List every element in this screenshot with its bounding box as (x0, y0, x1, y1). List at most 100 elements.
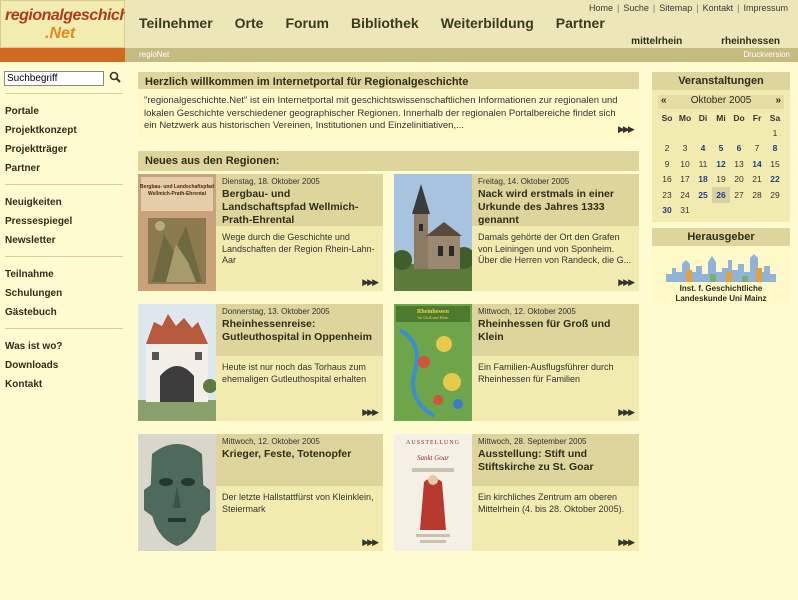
exhibition-poster-image[interactable]: AUSSTELLUNG Sankt Goar (394, 434, 472, 551)
calendar-empty-cell (658, 125, 676, 141)
map-cover-subtitle: für Groß und Klein (418, 315, 449, 320)
search-icon[interactable] (109, 71, 121, 83)
news-card-header: Mittwoch, 12. Oktober 2005 Rheinhessen f… (472, 304, 639, 356)
calendar-weekday: Mo (678, 113, 692, 123)
news-more-arrows[interactable]: ▶▶▶ (618, 407, 635, 418)
util-sitemap-link[interactable]: Sitemap (659, 3, 692, 13)
calendar-day: 16 (662, 174, 672, 185)
divider (5, 184, 123, 185)
news-more-arrows[interactable]: ▶▶▶ (362, 277, 379, 288)
sidebar-item-neuigkeiten[interactable]: Neuigkeiten (5, 193, 123, 212)
region-links: mittelrhein rheinhessen (595, 36, 780, 47)
news-date: Mittwoch, 28. September 2005 (478, 437, 587, 446)
news-card-header: Dienstag, 18. Oktober 2005 Bergbau- und … (216, 174, 383, 226)
calendar-day: 27 (734, 189, 744, 200)
news-text: Wege durch die Geschichte und Landschaft… (222, 232, 375, 265)
nav-bibliothek[interactable]: Bibliothek (351, 15, 419, 31)
church-photo[interactable] (394, 174, 472, 291)
sidebar-item-projekttraeger[interactable]: Projektträger (5, 140, 123, 159)
news-title-link[interactable]: Nack wird erstmals in einer Urkunde des … (478, 188, 633, 227)
news-text: Heute ist nur noch das Torhaus zum ehema… (222, 362, 367, 384)
calendar-day-event-link[interactable]: 4 (694, 141, 712, 157)
calendar-day: 13 (734, 158, 744, 169)
calendar-day: 21 (752, 174, 762, 185)
calendar-day-event-link[interactable]: 18 (694, 172, 712, 188)
news-title-link[interactable]: Bergbau- und Landschaftspfad Wellmich-Pr… (222, 188, 377, 227)
nav-teilnehmer[interactable]: Teilnehmer (139, 15, 213, 31)
logo-line2: .Net (45, 25, 76, 42)
news-title-link[interactable]: Krieger, Feste, Totenopfer (222, 448, 377, 461)
separator: | (652, 3, 656, 13)
search-input[interactable] (4, 71, 104, 86)
calendar-month-bar: « Oktober 2005 » (658, 95, 784, 109)
separator: | (737, 3, 740, 13)
next-month-button[interactable]: » (775, 95, 781, 106)
calendar-day-event-link[interactable]: 25 (694, 187, 712, 203)
book-cover-image[interactable]: Bergbau- und Landschaftspfad Wellmich-Pr… (138, 174, 216, 291)
sidebar-item-kontakt[interactable]: Kontakt (5, 375, 123, 394)
prev-month-button[interactable]: « (661, 95, 667, 106)
util-search-link[interactable]: Suche (623, 3, 649, 13)
region-rheinhessen-link[interactable]: rheinhessen (721, 36, 780, 47)
publisher-box: Inst. f. Geschichtliche Landeskunde Uni … (652, 246, 790, 304)
calendar-day: 24 (680, 189, 690, 200)
news-more-arrows[interactable]: ▶▶▶ (362, 407, 379, 418)
publisher-skyline-logo[interactable] (666, 252, 776, 282)
sidebar-item-pressespiegel[interactable]: Pressespiegel (5, 212, 123, 231)
calendar-empty-cell (712, 125, 730, 141)
util-contact-link[interactable]: Kontakt (703, 3, 734, 13)
sidebar-item-projektkonzept[interactable]: Projektkonzept (5, 121, 123, 140)
sidebar-item-newsletter[interactable]: Newsletter (5, 231, 123, 250)
calendar-day-event-link[interactable]: 5 (712, 141, 730, 157)
nav-orte[interactable]: Orte (235, 15, 264, 31)
nav-weiterbildung[interactable]: Weiterbildung (441, 15, 534, 31)
sidebar-item-portale[interactable]: Portale (5, 102, 123, 121)
news-card: Rheinhessen für Groß und Klein Mittwoch,… (394, 304, 639, 421)
gatehouse-photo[interactable] (138, 304, 216, 421)
site-logo[interactable]: regionalgeschichte .Net (0, 0, 142, 48)
region-mittelrhein-link[interactable]: mittelrhein (631, 36, 682, 47)
sidebar-item-was-ist-wo[interactable]: Was ist wo? (5, 337, 123, 356)
calendar-day-event-link[interactable]: 26 (712, 187, 730, 203)
divider (5, 256, 123, 257)
map-cover-image[interactable]: Rheinhessen für Groß und Klein (394, 304, 472, 421)
calendar-month-label: Oktober 2005 (690, 95, 752, 106)
separator: | (617, 3, 620, 13)
calendar-day-event-link[interactable]: 6 (730, 141, 748, 157)
calendar-empty-cell (748, 125, 766, 141)
util-home-link[interactable]: Home (589, 3, 613, 13)
sidebar-item-teilnahme[interactable]: Teilnahme (5, 265, 123, 284)
calendar-day-event-link[interactable]: 8 (766, 141, 784, 157)
calendar-day: 9 (664, 158, 670, 169)
news-more-arrows[interactable]: ▶▶▶ (362, 537, 379, 548)
nav-partner[interactable]: Partner (556, 15, 605, 31)
news-title-link[interactable]: Ausstellung: Stift und Stiftskirche zu S… (478, 448, 633, 474)
news-card: Bergbau- und Landschaftspfad Wellmich-Pr… (138, 174, 383, 291)
util-impressum-link[interactable]: Impressum (743, 3, 788, 13)
calendar-day-event-link[interactable]: 22 (766, 172, 784, 188)
nav-forum[interactable]: Forum (285, 15, 329, 31)
print-version-link[interactable]: Druckversion (743, 50, 790, 59)
sidebar-item-downloads[interactable]: Downloads (5, 356, 123, 375)
calendar-day: 10 (680, 158, 690, 169)
news-more-arrows[interactable]: ▶▶▶ (618, 537, 635, 548)
sidebar-item-schulungen[interactable]: Schulungen (5, 284, 123, 303)
news-title-link[interactable]: Rheinhessenreise: Gutleuthospital in Opp… (222, 318, 377, 344)
news-text: Ein Familien-Ausflugsführer durch Rheinh… (478, 362, 614, 384)
sidebar-item-partner[interactable]: Partner (5, 159, 123, 178)
main-nav: Teilnehmer Orte Forum Bibliothek Weiterb… (139, 15, 627, 31)
calendar-day-event-link[interactable]: 30 (658, 203, 676, 219)
publisher-name-line1: Inst. f. Geschichtliche (679, 284, 763, 293)
calendar-day: 1 (772, 127, 778, 138)
calendar-day-event-link[interactable]: 14 (748, 156, 766, 172)
sidebar-item-gaestebuch[interactable]: Gästebuch (5, 303, 123, 322)
calendar-day: 3 (682, 143, 688, 154)
calendar-day-event-link[interactable]: 12 (712, 156, 730, 172)
calendar-weekday: Sa (769, 113, 781, 123)
news-card: Freitag, 14. Oktober 2005 Nack wird erst… (394, 174, 639, 291)
bronze-mask-photo[interactable] (138, 434, 216, 551)
separator: | (696, 3, 699, 13)
news-title-link[interactable]: Rheinhessen für Groß und Klein (478, 318, 633, 344)
news-more-arrows[interactable]: ▶▶▶ (618, 277, 635, 288)
welcome-more-arrows[interactable]: ▶▶▶ (618, 124, 635, 135)
